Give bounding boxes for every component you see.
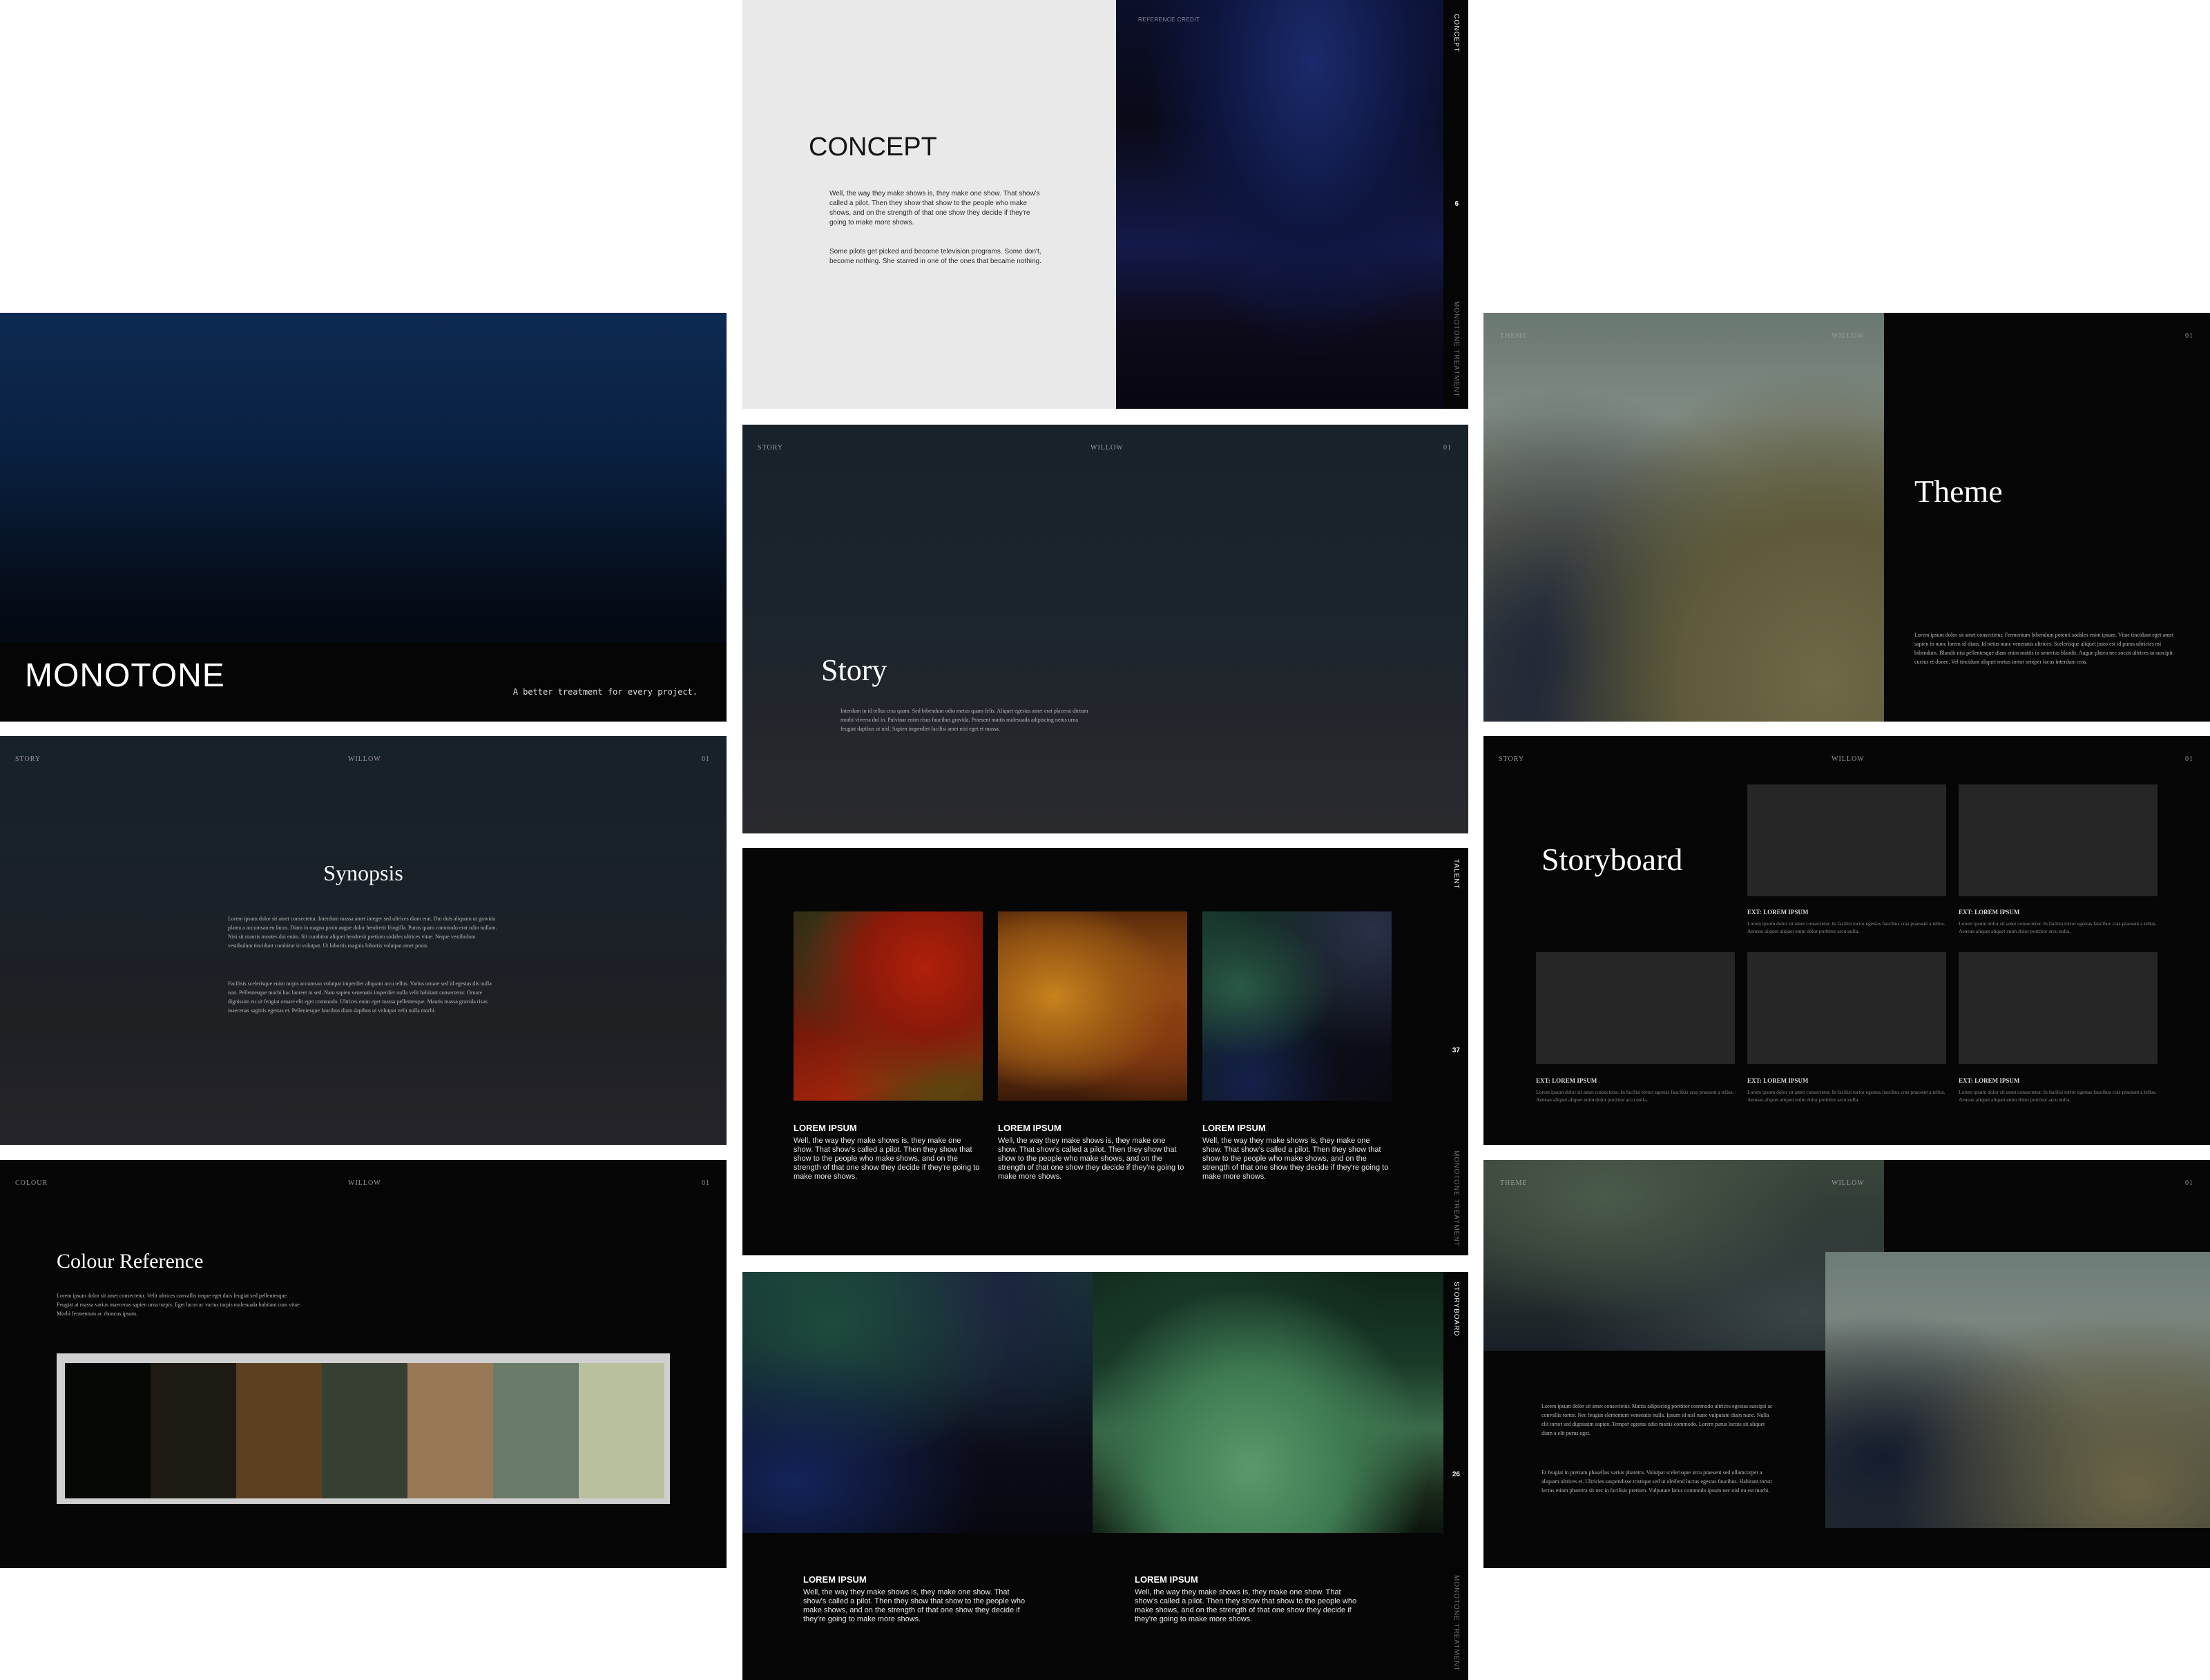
storyboard-frame-text: Lorem ipsum dolor sit amet consectetur. … (1747, 920, 1945, 934)
storyboard-frame-caption: EXT: LOREM IPSUM (1747, 1077, 1809, 1084)
colour-project-label: WILLOW (348, 1179, 381, 1187)
theme-two-section-label: THEME (1500, 1179, 1528, 1187)
story-project-label: WILLOW (1090, 444, 1124, 452)
talent-card-text: Well, the way they make shows is, they m… (998, 1137, 1184, 1181)
story-title: Story (821, 653, 887, 687)
storyboard-frame-caption: EXT: LOREM IPSUM (1959, 1077, 2020, 1084)
colour-swatch (65, 1363, 151, 1498)
concept-side-label: CONCEPT (1452, 14, 1460, 52)
synopsis-project-label: WILLOW (348, 755, 381, 763)
talent-image (1202, 911, 1392, 1101)
slide-cover[interactable]: MONOTONE A better treatment for every pr… (0, 313, 727, 722)
storyboard-page-number: 01 (2185, 755, 2193, 763)
story-section-label: STORY (758, 444, 784, 452)
cover-title: MONOTONE (25, 657, 225, 694)
storyboard-two-card-title: LOREM IPSUM (803, 1574, 867, 1585)
synopsis-section-label: STORY (15, 755, 41, 763)
storyboard-two-side-label: STORYBOARD (1452, 1282, 1460, 1337)
talent-card-text: Well, the way they make shows is, they m… (1202, 1137, 1389, 1181)
storyboard-frame-text: Lorem ipsum dolor sit amet consectetur. … (1959, 920, 2157, 934)
colour-body: Lorem ipsum dolor sit amet consectetur. … (57, 1293, 301, 1317)
storyboard-frame[interactable] (1747, 952, 1946, 1064)
slide-concept[interactable]: CONCEPT Well, the way they make shows is… (742, 0, 1468, 409)
concept-side-footer: MONOTONE TREATMENT (1452, 301, 1460, 398)
theme-two-paragraph-1: Lorem ipsum dolor sit amet consectetur. … (1541, 1403, 1773, 1436)
storyboard-two-image-left (742, 1272, 1093, 1533)
theme-image (1483, 313, 1884, 722)
storyboard-frame-text: Lorem ipsum dolor sit amet consectetur. … (1747, 1089, 1945, 1103)
concept-title: CONCEPT (809, 133, 937, 162)
talent-image (794, 911, 983, 1101)
talent-card-title: LOREM IPSUM (794, 1123, 857, 1133)
synopsis-page-number: 01 (702, 755, 710, 763)
talent-side-label: TALENT (1452, 859, 1460, 889)
storyboard-two-card-text: Well, the way they make shows is, they m… (1135, 1588, 1357, 1623)
storyboard-frame[interactable] (1747, 784, 1946, 896)
storyboard-frame-caption: EXT: LOREM IPSUM (1536, 1077, 1597, 1084)
colour-swatch (579, 1363, 664, 1498)
theme-two-paragraph-2: Et feugiat in pretium phasellus varius p… (1541, 1469, 1772, 1494)
slide-theme-two[interactable]: THEME WILLOW 01 Lorem ipsum dolor sit am… (1483, 1160, 2210, 1568)
storyboard-frame-text: Lorem ipsum dolor sit amet consectetur. … (1536, 1089, 1734, 1103)
theme-title: Theme (1914, 474, 2003, 509)
colour-swatch (236, 1363, 322, 1498)
synopsis-paragraph-1: Lorem ipsum dolor sit amet consectetur. … (228, 916, 497, 949)
storyboard-frame-caption: EXT: LOREM IPSUM (1747, 909, 1809, 916)
storyboard-frame-text: Lorem ipsum dolor sit amet consectetur. … (1959, 1089, 2157, 1103)
theme-page-number: 01 (2185, 332, 2193, 340)
colour-page-number: 01 (702, 1179, 710, 1187)
storyboard-project-label: WILLOW (1832, 755, 1865, 763)
slide-storyboard[interactable]: STORY WILLOW 01 Storyboard EXT: LOREM IP… (1483, 736, 2210, 1145)
storyboard-frame[interactable] (1959, 952, 2158, 1064)
colour-swatch (322, 1363, 407, 1498)
theme-section-label: THEME (1500, 332, 1528, 340)
synopsis-title: Synopsis (323, 860, 403, 885)
storyboard-frame[interactable] (1959, 784, 2158, 896)
storyboard-section-label: STORY (1499, 755, 1525, 763)
storyboard-frame[interactable] (1536, 952, 1735, 1064)
colour-swatch (493, 1363, 579, 1498)
talent-page-number: 37 (1452, 1047, 1460, 1054)
slide-colour-reference[interactable]: COLOUR WILLOW 01 Colour Reference Lorem … (0, 1160, 727, 1568)
theme-two-image-top (1483, 1160, 1884, 1351)
slide-synopsis[interactable]: STORY WILLOW 01 Synopsis Lorem ipsum dol… (0, 736, 727, 1145)
storyboard-two-image-right (1093, 1272, 1443, 1533)
talent-image (998, 911, 1187, 1101)
theme-two-image-front (1825, 1252, 2210, 1528)
colour-title: Colour Reference (57, 1250, 204, 1273)
storyboard-two-page-number: 26 (1452, 1471, 1460, 1478)
talent-side-footer: MONOTONE TREATMENT (1452, 1150, 1460, 1247)
colour-swatch (407, 1363, 493, 1498)
storyboard-frame-caption: EXT: LOREM IPSUM (1959, 909, 2020, 916)
storyboard-two-side-footer: MONOTONE TREATMENT (1452, 1575, 1460, 1672)
slide-talent[interactable]: LOREM IPSUM Well, the way they make show… (742, 848, 1468, 1255)
concept-paragraph-2: Some pilots get picked and become televi… (829, 248, 1041, 265)
theme-two-page-number: 01 (2185, 1179, 2193, 1187)
synopsis-paragraph-2: Facilisis scelerisque enim turpis accums… (228, 981, 492, 1014)
talent-card-title: LOREM IPSUM (1202, 1123, 1266, 1133)
slide-storyboard-two[interactable]: LOREM IPSUM Well, the way they make show… (742, 1272, 1468, 1680)
theme-two-project-label: WILLOW (1832, 1179, 1865, 1187)
theme-body: Lorem ipsum dolor sit amet consectetur. … (1914, 632, 2174, 665)
story-page-number: 01 (1443, 444, 1452, 452)
concept-reference-credit: REFERENCE CREDIT (1138, 17, 1200, 23)
talent-card-text: Well, the way they make shows is, they m… (794, 1137, 980, 1181)
colour-section-label: COLOUR (15, 1179, 48, 1187)
concept-reference-image (1116, 0, 1443, 409)
colour-palette (57, 1353, 670, 1504)
story-body: Interdum in id tellus cras quam. Sed bib… (840, 708, 1088, 732)
colour-swatch (151, 1363, 236, 1498)
storyboard-title: Storyboard (1541, 842, 1683, 877)
concept-page-number: 6 (1454, 200, 1459, 208)
talent-card-title: LOREM IPSUM (998, 1123, 1061, 1133)
storyboard-two-card-title: LOREM IPSUM (1135, 1574, 1198, 1585)
concept-paragraph-1: Well, the way they make shows is, they m… (829, 190, 1040, 226)
cover-tagline: A better treatment for every project. (512, 687, 698, 697)
slide-theme[interactable]: THEME WILLOW 01 Theme Lorem ipsum dolor … (1483, 313, 2210, 722)
storyboard-two-card-text: Well, the way they make shows is, they m… (803, 1588, 1026, 1623)
theme-project-label: WILLOW (1832, 332, 1865, 340)
slide-story[interactable]: STORY WILLOW 01 Story Interdum in id tel… (742, 425, 1468, 833)
